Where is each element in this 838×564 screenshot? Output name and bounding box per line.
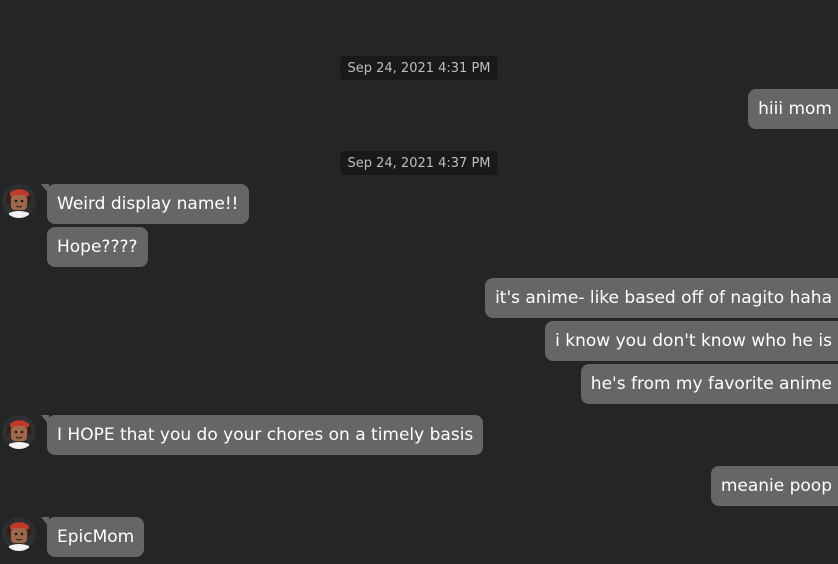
user-avatar-icon[interactable] (2, 415, 36, 449)
message-bubble-outgoing: hiii mom (748, 89, 838, 129)
chat-thread: Sep 24, 2021 4:31 PM hiii mom Sep 24, 20… (0, 0, 838, 564)
user-avatar-icon-graphic (2, 415, 36, 449)
timestamp: Sep 24, 2021 4:37 PM (340, 151, 498, 175)
message-bubble-outgoing: it's anime- like based off of nagito hah… (485, 278, 838, 318)
message-bubble-incoming: EpicMom (40, 517, 145, 557)
message-bubble-incoming: Weird display name!! (41, 184, 249, 224)
user-avatar-icon[interactable] (2, 517, 36, 551)
message-bubble-outgoing: he's from my favorite anime (580, 364, 838, 404)
message-bubble-outgoing: i know you don't know who he is (545, 321, 838, 361)
timestamp: Sep 24, 2021 4:31 PM (340, 56, 498, 80)
message-bubble-incoming: I HOPE that you do your chores on a time… (40, 415, 484, 455)
message-bubble-incoming: Hope???? (47, 227, 148, 267)
message-bubble-outgoing: meanie poop (710, 466, 838, 506)
user-avatar-icon-graphic (2, 517, 36, 551)
user-avatar-icon-graphic (2, 184, 36, 218)
user-avatar-icon[interactable] (2, 184, 36, 218)
